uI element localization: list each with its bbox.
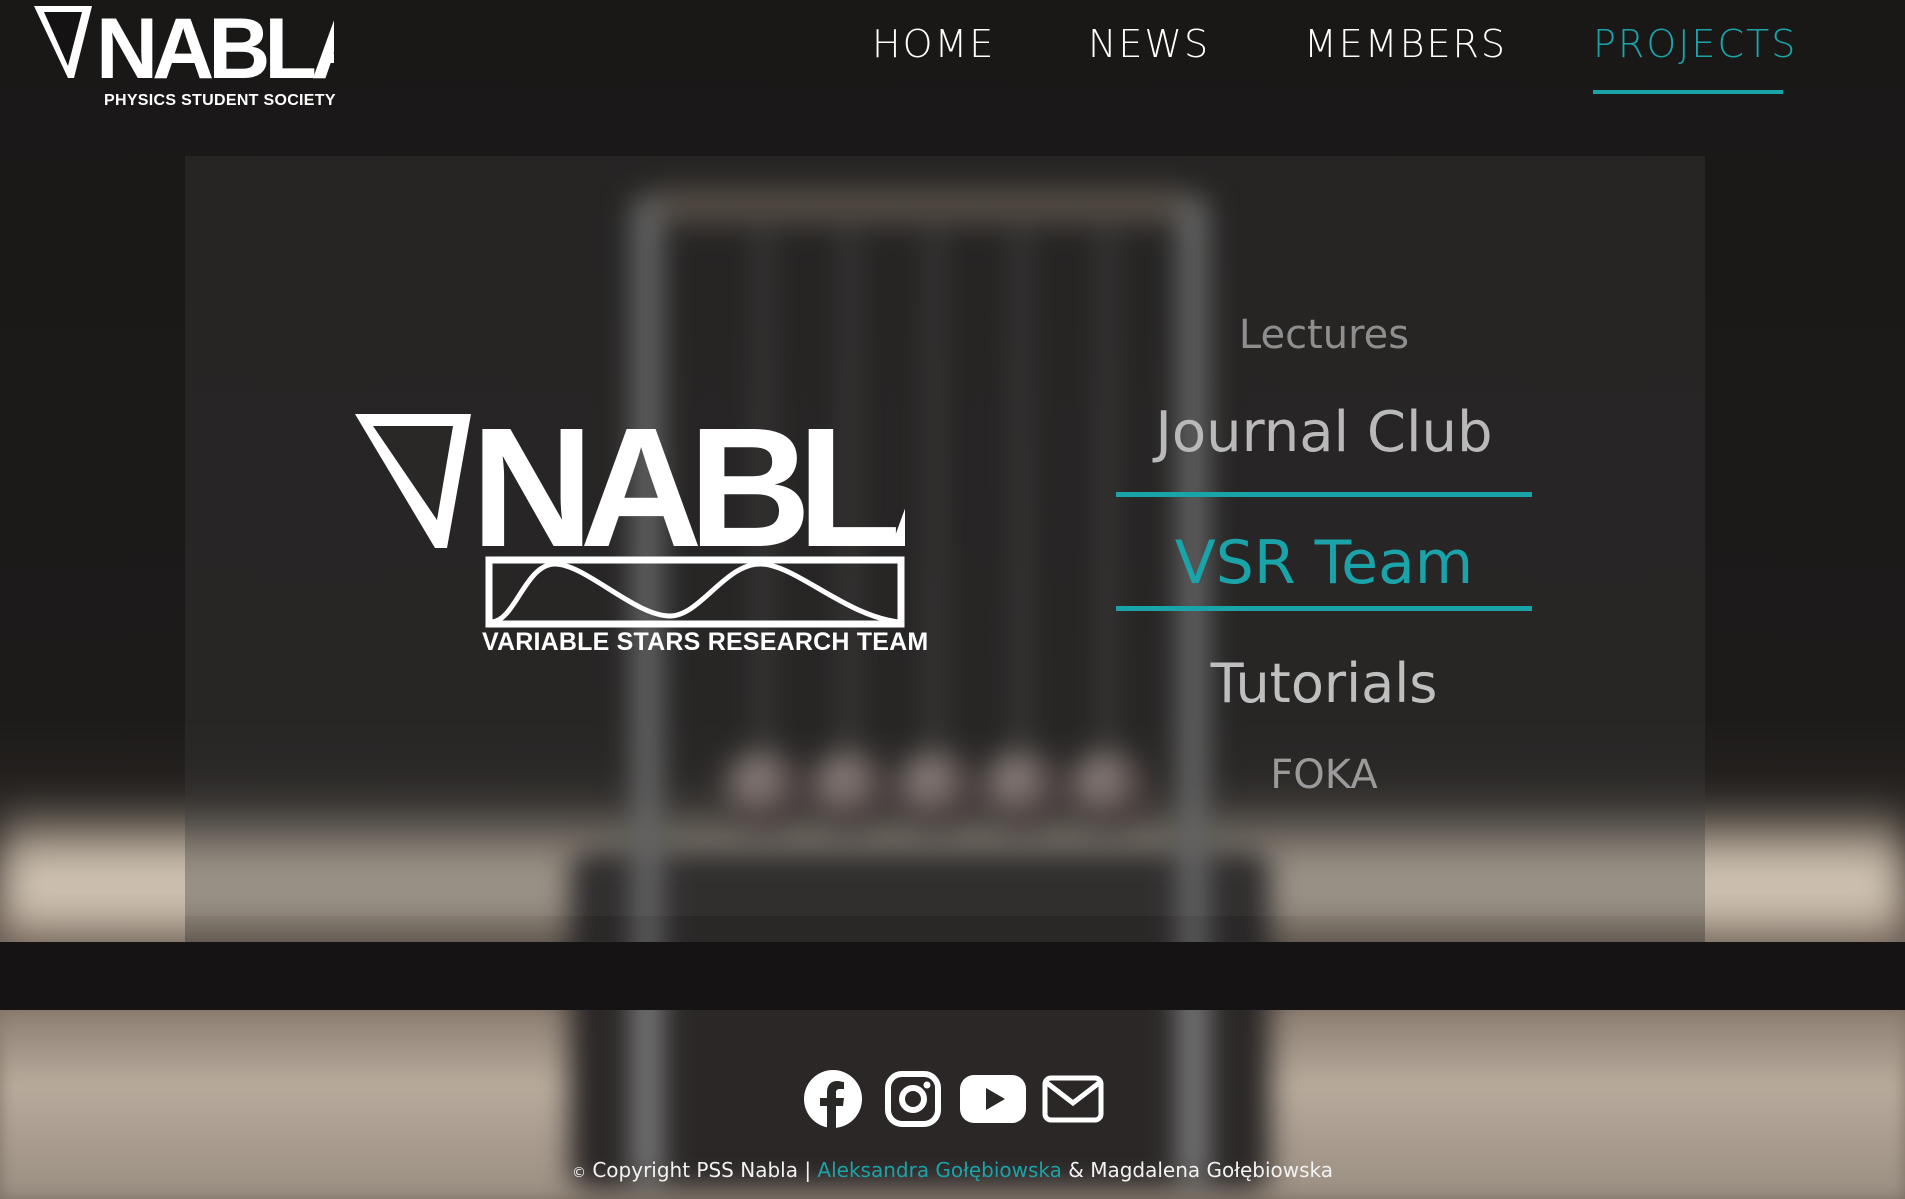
nabla-logo-icon: NABLA <box>34 1 377 97</box>
selection-line-bottom <box>1116 606 1532 611</box>
nav-news[interactable]: NEWS <box>1088 22 1210 66</box>
copyright-line: © Copyright PSS Nabla | Aleksandra Gołęb… <box>0 1158 1905 1182</box>
facebook-icon[interactable] <box>800 1066 866 1132</box>
society-subtitle: PHYSICS STUDENT SOCIETY <box>104 92 336 109</box>
nav-home[interactable]: HOME <box>872 22 995 66</box>
project-journal-club[interactable]: Journal Club <box>1116 400 1532 465</box>
social-links <box>800 1066 1106 1132</box>
footer-band <box>0 942 1905 1010</box>
mail-icon[interactable] <box>1040 1066 1106 1132</box>
nav-members[interactable]: MEMBERS <box>1304 22 1507 66</box>
svg-text:NABLA: NABLA <box>471 412 905 562</box>
vsr-team-label: VARIABLE STARS RESEARCH TEAM <box>482 628 929 656</box>
selection-line-top <box>1116 492 1532 497</box>
hero-nabla-logo: NABLA <box>355 412 905 562</box>
svg-text:NABLA: NABLA <box>96 4 334 84</box>
lightcurve-logo-icon <box>485 556 905 628</box>
copyright-symbol: © <box>571 1165 586 1181</box>
project-foka[interactable]: FOKA <box>1116 752 1532 798</box>
project-lectures[interactable]: Lectures <box>1116 312 1532 358</box>
author-link[interactable]: Aleksandra Gołębiowska <box>817 1158 1061 1182</box>
instagram-icon[interactable] <box>880 1066 946 1132</box>
project-tutorials[interactable]: Tutorials <box>1116 652 1532 715</box>
nav-active-underline <box>1593 90 1783 94</box>
nav-projects[interactable]: PROJECTS <box>1593 22 1797 66</box>
main-nav: HOME NEWS MEMBERS PROJECTS <box>860 22 1860 102</box>
copyright-text: Copyright PSS Nabla | <box>592 1158 812 1182</box>
author-suffix: & Magdalena Gołębiowska <box>1068 1158 1334 1182</box>
youtube-icon[interactable] <box>960 1066 1026 1132</box>
project-vsr-team[interactable]: VSR Team <box>1116 528 1532 598</box>
